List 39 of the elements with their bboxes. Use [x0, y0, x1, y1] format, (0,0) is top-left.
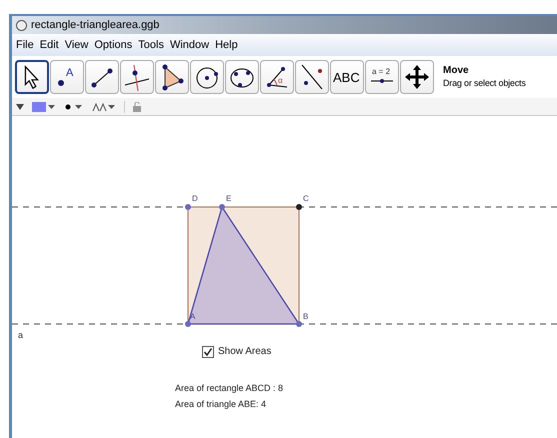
- menu-item[interactable]: Tools: [138, 36, 164, 54]
- point[interactable]: [296, 204, 302, 210]
- point-label: B: [303, 312, 308, 321]
- collapse-triangle-icon[interactable]: [16, 104, 24, 110]
- checkbox-label: Show Areas: [218, 345, 272, 359]
- area-text: Area of rectangle ABCD : 8: [175, 382, 284, 395]
- menu-item[interactable]: Edit: [40, 36, 59, 54]
- tool-button[interactable]: [120, 60, 154, 94]
- tool-button[interactable]: [190, 60, 224, 94]
- color-swatch-icon[interactable]: [32, 102, 56, 112]
- point-label: D: [192, 194, 198, 203]
- menu-item[interactable]: Options: [94, 36, 132, 54]
- label-style-icon[interactable]: [92, 102, 116, 112]
- point-label: E: [226, 194, 232, 203]
- tool-button[interactable]: [400, 60, 434, 94]
- menu-item[interactable]: Help: [215, 36, 238, 54]
- tool-button[interactable]: [225, 60, 259, 94]
- tool-button[interactable]: [15, 60, 49, 94]
- tool-button[interactable]: ABC: [330, 60, 364, 94]
- checkbox[interactable]: [202, 346, 214, 358]
- tool-button[interactable]: A: [50, 60, 84, 94]
- menu-item[interactable]: View: [64, 36, 88, 54]
- tool-name: Move: [443, 65, 470, 78]
- tool-description: Drag or select objects: [443, 78, 526, 89]
- point-label: A: [190, 312, 196, 321]
- tool-button[interactable]: [155, 60, 189, 94]
- point-style-icon[interactable]: [64, 102, 84, 112]
- point-label: C: [303, 194, 309, 203]
- menu-item[interactable]: Window: [170, 36, 210, 54]
- line-label: a: [18, 330, 24, 340]
- tool-button[interactable]: [85, 60, 119, 94]
- window-title: rectangle-trianglearea.ggb: [31, 18, 160, 33]
- area-text: Area of triangle ABE: 4: [175, 398, 268, 411]
- app-icon: [16, 20, 27, 30]
- tool-button[interactable]: α: [260, 60, 294, 94]
- menu-item[interactable]: File: [16, 36, 34, 54]
- tool-button[interactable]: a = 2: [365, 60, 399, 94]
- tool-button[interactable]: [295, 60, 329, 94]
- lock-icon[interactable]: [133, 102, 141, 112]
